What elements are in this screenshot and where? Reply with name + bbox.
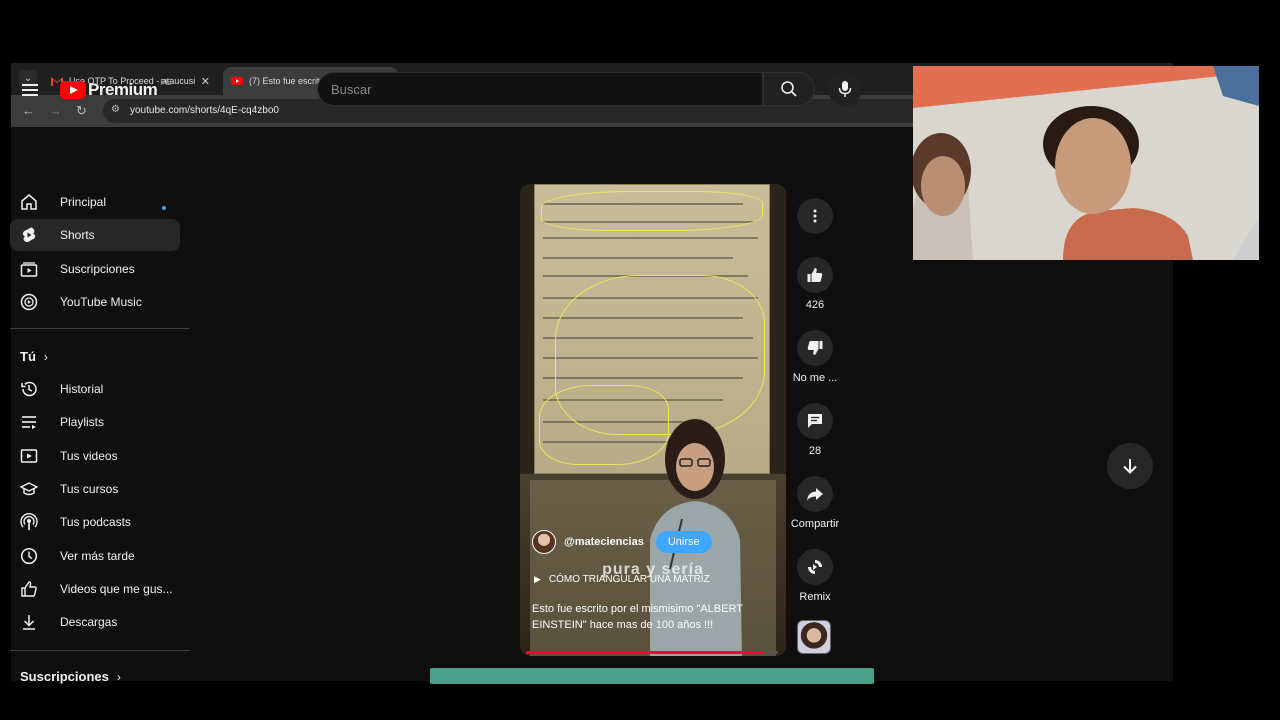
sidebar-item-label: Ver más tarde	[60, 549, 135, 563]
progress-fill	[526, 651, 766, 654]
sidebar-subscriptions-heading[interactable]: Suscripciones ›	[20, 669, 121, 684]
downloads-icon	[23, 615, 35, 630]
sidebar-item-descargas[interactable]: Descargas	[10, 606, 180, 638]
webcam-feed	[913, 66, 1259, 260]
courses-icon	[20, 482, 38, 496]
sidebar-item-videos-que-me-gustan[interactable]: Videos que me gus...	[10, 573, 180, 605]
subscriptions-icon	[20, 262, 38, 277]
forward-icon[interactable]: →	[49, 103, 62, 119]
search-input[interactable]	[318, 73, 718, 105]
site-info-icon[interactable]: ⚙	[111, 104, 120, 115]
sidebar-you-heading[interactable]: Tú ›	[20, 349, 48, 364]
channel-avatar[interactable]	[532, 530, 556, 554]
more-options-button[interactable]	[783, 198, 847, 240]
sidebar-item-label: Shorts	[60, 228, 95, 242]
share-icon	[807, 488, 823, 501]
sidebar-divider	[10, 328, 190, 329]
youtube-icon	[231, 77, 243, 85]
url-text: youtube.com/shorts/4qE-cq4zbo0	[130, 105, 279, 116]
sidebar-item-label: Suscripciones	[60, 262, 135, 276]
history-icon	[21, 381, 37, 397]
arrow-down-icon	[1123, 459, 1137, 474]
remix-button[interactable]: Remix	[783, 549, 847, 603]
sidebar-item-shorts[interactable]: Shorts	[10, 219, 180, 251]
sidebar-item-ver-mas-tarde[interactable]: Ver más tarde	[10, 540, 180, 572]
channel-row: @mateciencias Unirse	[532, 530, 712, 554]
video-description[interactable]: Esto fue escrito por el mismisimo "ALBER…	[532, 601, 774, 633]
sidebar-item-label: Principal	[60, 195, 107, 209]
podcasts-icon	[20, 513, 38, 530]
short-video-player[interactable]: pura y sería @mateciencias Unirse ▶ CÓMO…	[520, 184, 786, 656]
playlists-icon	[22, 416, 36, 429]
playlist-link[interactable]: ▶ CÓMO TRIANGULAR UNA MATRIZ	[534, 574, 710, 585]
sidebar-item-tus-podcasts[interactable]: Tus podcasts	[10, 506, 180, 538]
remix-label: Remix	[799, 591, 831, 603]
shorts-icon	[22, 227, 36, 243]
sidebar-item-historial[interactable]: Historial	[10, 373, 180, 405]
comment-icon	[808, 414, 822, 428]
sidebar-item-label: Descargas	[60, 615, 118, 629]
like-button[interactable]: 426	[783, 257, 847, 311]
dislike-label: No me ...	[792, 372, 838, 384]
sidebar-item-suscripciones[interactable]: Suscripciones	[10, 253, 180, 285]
dislike-button[interactable]: No me ...	[783, 330, 847, 384]
search-button[interactable]	[763, 72, 815, 106]
hamburger-menu-icon[interactable]	[22, 84, 38, 96]
subscriptions-heading-label: Suscripciones	[20, 669, 109, 684]
sidebar-item-principal[interactable]: Principal	[10, 186, 180, 218]
sidebar-item-label: Playlists	[60, 415, 105, 429]
sidebar-item-label: Videos que me gus...	[60, 582, 173, 596]
new-content-dot	[162, 206, 166, 210]
microphone-icon	[838, 81, 852, 97]
share-label: Compartir	[790, 518, 840, 530]
your-videos-icon	[20, 449, 38, 463]
liked-videos-icon	[21, 581, 37, 597]
music-icon	[20, 293, 38, 311]
country-code: PE	[160, 77, 171, 87]
youtube-premium-logo[interactable]: Premium PE	[60, 77, 171, 100]
reload-icon[interactable]: ↻	[76, 103, 87, 119]
next-short-preview[interactable]	[430, 668, 874, 684]
thumbs-up-icon	[807, 268, 823, 282]
you-heading-label: Tú	[20, 349, 36, 364]
search-box	[317, 72, 763, 106]
webcam-overlay	[913, 66, 1259, 260]
logo-text: Premium	[88, 80, 158, 99]
chevron-right-icon: ›	[116, 669, 121, 684]
playlist-label: CÓMO TRIANGULAR UNA MATRIZ	[548, 574, 710, 585]
more-vert-icon	[813, 209, 817, 223]
sidebar-item-label: Tus podcasts	[60, 515, 131, 529]
remix-icon	[808, 560, 822, 574]
voice-search-button[interactable]	[828, 72, 862, 106]
channel-handle[interactable]: @mateciencias	[564, 536, 644, 548]
comment-count: 28	[808, 445, 822, 457]
sidebar-item-label: Tus cursos	[60, 482, 119, 496]
youtube-logo-icon	[60, 81, 86, 99]
sidebar-divider	[10, 650, 190, 651]
video-progress-bar[interactable]	[526, 651, 778, 654]
close-tab-icon[interactable]: ✕	[201, 75, 210, 88]
share-button[interactable]: Compartir	[783, 476, 847, 530]
like-count: 426	[805, 299, 825, 311]
sidebar-item-label: Historial	[60, 382, 104, 396]
watch-later-icon	[20, 547, 38, 565]
back-icon[interactable]: ←	[22, 103, 35, 119]
search-icon	[781, 81, 797, 97]
sound-avatar[interactable]	[797, 620, 831, 654]
sidebar-item-playlists[interactable]: Playlists	[10, 406, 180, 438]
sidebar-item-label: Tus videos	[60, 449, 118, 463]
play-icon: ▶	[534, 574, 541, 584]
sidebar-item-tus-videos[interactable]: Tus videos	[10, 440, 180, 472]
sidebar-item-tus-cursos[interactable]: Tus cursos	[10, 473, 180, 505]
next-short-button[interactable]	[1107, 443, 1153, 489]
sidebar-item-label: YouTube Music	[60, 295, 142, 309]
sidebar-item-youtube-music[interactable]: YouTube Music	[10, 286, 180, 318]
chevron-right-icon: ›	[43, 349, 48, 364]
comments-button[interactable]: 28	[783, 403, 847, 457]
join-button[interactable]: Unirse	[655, 531, 712, 553]
home-icon	[21, 194, 37, 210]
thumbs-down-icon	[807, 341, 823, 355]
